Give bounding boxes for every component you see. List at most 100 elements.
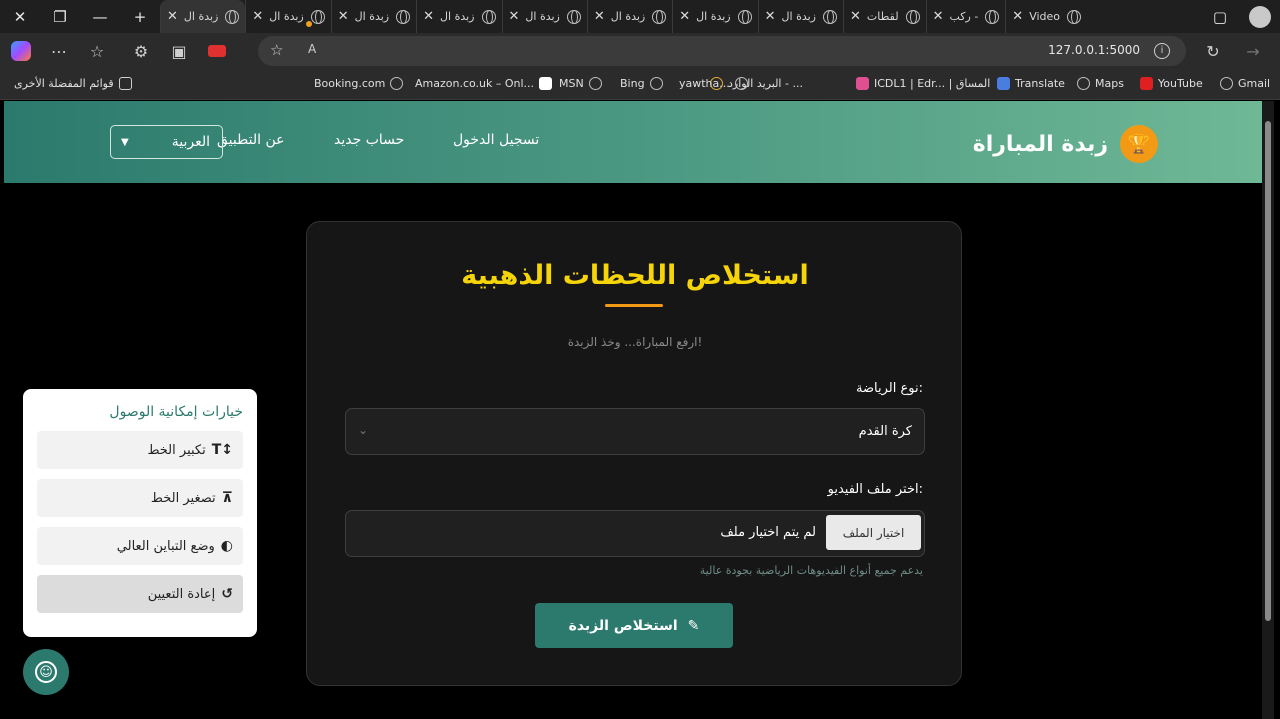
file-status: لم يتم اختيار ملف	[720, 525, 816, 540]
globe-icon	[985, 9, 1000, 24]
close-tab-icon[interactable]: ✕	[933, 9, 944, 24]
tab[interactable]: ✕ زبدة ال	[586, 0, 672, 33]
bookmark-gmail[interactable]: Gmail	[1220, 77, 1270, 90]
bookmark-label: Translate	[1015, 77, 1065, 90]
media-icon[interactable]	[202, 36, 232, 66]
tab[interactable]: ✕ زبدة ال	[672, 0, 757, 33]
close-tab-icon[interactable]: ✕	[252, 9, 263, 24]
globe-icon	[310, 9, 325, 24]
amazon-icon	[539, 77, 553, 90]
language-select[interactable]: ▼ العربية	[110, 125, 223, 159]
bookmark-translate[interactable]: Translate	[997, 77, 1065, 90]
bookmark-icdl[interactable]: ICDL1 | Edr... | المساق	[856, 77, 990, 90]
close-tab-icon[interactable]: ✕	[765, 9, 776, 24]
bookmark-amazon[interactable]: Amazon.co.uk – Onl...	[415, 77, 553, 90]
refresh-icon[interactable]: ↻	[1198, 36, 1228, 66]
bookmark-booking[interactable]: Booking.com	[314, 77, 404, 90]
screenshot-icon[interactable]: ▣	[164, 36, 194, 66]
tab[interactable]: ✕ Video	[1005, 0, 1087, 33]
page-scrollbar[interactable]	[1262, 101, 1274, 719]
address-toolbar: ⋯ ☆ ⚙ ▣ ☆ A 127.0.0.1:5000 i ↻ →	[0, 33, 1280, 69]
nav-about[interactable]: عن التطبيق	[217, 132, 284, 148]
decrease-font-button[interactable]: تصغير الخط ⊼	[37, 479, 243, 517]
upload-card: استخلاص اللحظات الذهبية ارفع المباراة...…	[306, 221, 962, 686]
globe-icon	[588, 77, 602, 90]
copilot-icon[interactable]	[6, 36, 36, 66]
accessibility-toggle-button[interactable]: ☺	[23, 649, 69, 695]
bookmark-other-favorites[interactable]: قوائم المفضلة الأخرى	[14, 77, 132, 90]
address-bar[interactable]: ☆ A 127.0.0.1:5000 i	[258, 36, 1186, 66]
bookmarks-bar: Gmail YouTube Maps Translate ICDL1 | Edr…	[0, 69, 1280, 100]
language-value: العربية	[171, 134, 210, 150]
sport-value: كرة القدم	[858, 424, 912, 439]
bookmark-maps[interactable]: Maps	[1077, 77, 1124, 90]
url-text: 127.0.0.1:5000	[1048, 43, 1140, 57]
tab[interactable]: ✕ ركب -	[925, 0, 1006, 33]
close-window-icon[interactable]: ✕	[0, 0, 40, 33]
extract-label: استخلاص الزبدة	[568, 617, 678, 634]
increase-font-button[interactable]: تكبير الخط T↕	[37, 431, 243, 469]
bookmark-label: Bing	[620, 77, 645, 90]
translate-icon	[997, 77, 1010, 90]
globe-icon	[566, 9, 581, 24]
add-favorite-icon[interactable]: ☆	[270, 41, 283, 59]
bookmark-msn[interactable]: MSN	[559, 77, 602, 90]
close-tab-icon[interactable]: ✕	[594, 9, 605, 24]
extensions-icon[interactable]: ⚙	[126, 36, 156, 66]
bookmark-label: Amazon.co.uk – Onl...	[415, 77, 535, 90]
extract-button[interactable]: استخلاص الزبدة ✎	[535, 603, 733, 648]
tab[interactable]: ✕ زبدة ال	[245, 0, 330, 33]
bookmark-youtube[interactable]: YouTube	[1140, 77, 1203, 90]
globe-icon	[823, 9, 837, 24]
sport-select[interactable]: كرة القدم ⌄	[345, 408, 925, 455]
close-tab-icon[interactable]: ✕	[1012, 9, 1023, 24]
tab-current[interactable]: ✕ زبدة ال	[160, 0, 246, 33]
close-tab-icon[interactable]: ✕	[509, 9, 520, 24]
tab-label: لقطات	[866, 10, 899, 23]
contrast-icon: ◐	[220, 538, 233, 554]
forward-icon[interactable]: →	[1238, 36, 1268, 66]
tab[interactable]: ✕ زبدة ال	[416, 0, 501, 33]
bookmark-label: Booking.com	[314, 77, 386, 90]
reset-button[interactable]: إعادة التعيين ↺	[37, 575, 243, 613]
tab[interactable]: ✕ زبدة ال	[757, 0, 843, 33]
globe-icon	[396, 9, 411, 24]
globe-icon	[1077, 77, 1090, 90]
chevron-down-icon: ⌄	[358, 423, 369, 437]
folder-icon	[118, 77, 132, 90]
favorites-icon[interactable]: ☆	[82, 36, 112, 66]
minimize-window-icon[interactable]: —	[80, 0, 120, 33]
profile-avatar[interactable]	[1240, 0, 1280, 33]
brand[interactable]: زبدة المباراة 🏆	[973, 125, 1158, 163]
close-tab-icon[interactable]: ✕	[679, 9, 690, 24]
globe-icon	[737, 9, 752, 24]
globe-icon	[652, 9, 667, 24]
nav-login[interactable]: تسجيل الدخول	[453, 132, 539, 148]
tab-label: زبدة ال	[183, 10, 219, 23]
tab-actions-icon[interactable]: ▢	[1200, 0, 1240, 33]
more-options-icon[interactable]: ⋯	[44, 36, 74, 66]
read-aloud-icon[interactable]: A	[308, 42, 316, 56]
bookmark-yawtha[interactable]: yawtha...	[679, 77, 748, 90]
chevron-down-icon: ▼	[121, 136, 129, 148]
high-contrast-button[interactable]: وضع التباين العالي ◐	[37, 527, 243, 565]
bookmark-label: MSN	[559, 77, 584, 90]
close-tab-icon[interactable]: ✕	[167, 9, 178, 24]
restore-window-icon[interactable]: ❐	[40, 0, 80, 33]
tab[interactable]: ✕ زبدة ال	[501, 0, 587, 33]
new-tab-icon[interactable]: +	[120, 0, 160, 33]
site-info-icon[interactable]: i	[1154, 43, 1170, 59]
text-shrink-icon: ⊼	[221, 490, 233, 506]
tab[interactable]: ✕ لقطات	[843, 0, 926, 33]
tab[interactable]: ✕ زبدة ال	[330, 0, 416, 33]
accessibility-icon: ☺	[35, 661, 57, 683]
choose-file-button[interactable]: اختيار الملف	[826, 515, 921, 550]
text-height-icon: T↕	[211, 442, 233, 458]
scrollbar-thumb[interactable]	[1265, 121, 1271, 621]
close-tab-icon[interactable]: ✕	[423, 9, 434, 24]
video-file-input[interactable]: اختيار الملف لم يتم اختيار ملف	[345, 510, 925, 557]
close-tab-icon[interactable]: ✕	[338, 9, 349, 24]
nav-signup[interactable]: حساب جديد	[334, 132, 404, 148]
close-tab-icon[interactable]: ✕	[850, 9, 861, 24]
bookmark-bing[interactable]: Bing	[620, 77, 663, 90]
